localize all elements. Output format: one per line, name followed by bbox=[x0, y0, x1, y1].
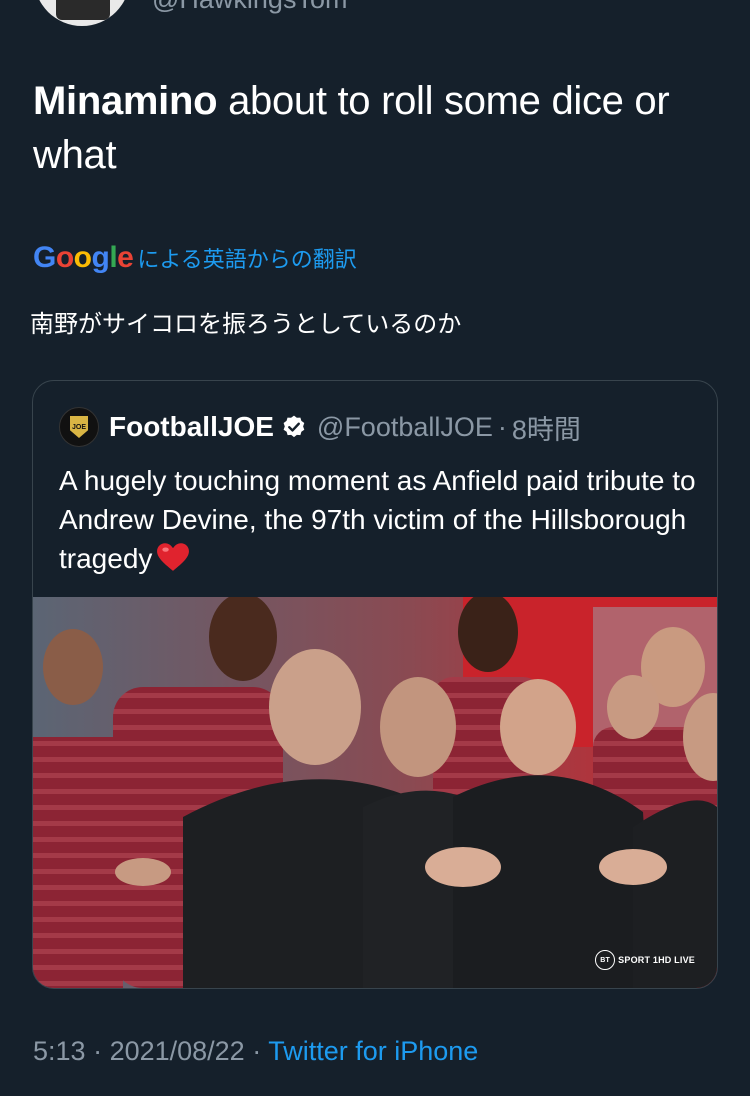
quoted-tweet-body: A hugely touching moment as Anfield paid… bbox=[59, 465, 696, 574]
google-logo: Google bbox=[33, 241, 134, 275]
quoted-author-avatar[interactable]: JOE bbox=[59, 407, 99, 447]
quoted-tweet-time[interactable]: 8時間 bbox=[512, 408, 581, 447]
quoted-author-name[interactable]: FootballJOE bbox=[109, 411, 274, 443]
author-handle[interactable]: @HawkingsTom bbox=[152, 0, 347, 15]
verified-badge-icon bbox=[283, 415, 305, 438]
google-logo-letter: e bbox=[117, 241, 134, 274]
separator-dot: · bbox=[497, 411, 507, 442]
bt-logo-icon: BT bbox=[595, 950, 616, 970]
google-logo-letter: o bbox=[55, 241, 74, 274]
translate-attribution[interactable]: Google による英語からの翻訳 bbox=[33, 238, 357, 278]
quoted-tweet-media[interactable]: BT SPORT 1HD LIVE bbox=[33, 597, 717, 988]
quoted-tweet-text: A hugely touching moment as Anfield paid… bbox=[59, 461, 699, 578]
media-photo bbox=[33, 597, 717, 988]
google-logo-letter: l bbox=[109, 241, 118, 274]
bt-badge-text: SPORT 1HD LIVE bbox=[618, 955, 695, 965]
author-row[interactable]: @HawkingsTom bbox=[0, 0, 750, 30]
translated-text: 南野がサイコロを振ろうとしているのか bbox=[30, 311, 462, 338]
tweet-meta: 5:13 · 2021/08/22 · Twitter for iPhone bbox=[33, 1036, 478, 1067]
avatar-photo bbox=[56, 0, 110, 20]
meta-separator: · bbox=[244, 1036, 269, 1066]
quoted-author-handle[interactable]: @FootballJOE bbox=[317, 412, 493, 443]
red-heart-icon bbox=[157, 543, 190, 571]
tweet-date[interactable]: 2021/08/22 bbox=[110, 1036, 245, 1066]
author-avatar[interactable] bbox=[34, 0, 130, 26]
quoted-tweet-card[interactable]: JOE FootballJOE @FootballJOE · 8時間 A hug… bbox=[32, 380, 718, 989]
meta-separator: · bbox=[85, 1036, 110, 1066]
tweet-time[interactable]: 5:13 bbox=[33, 1036, 86, 1066]
google-logo-letter: G bbox=[33, 241, 56, 274]
tweet-text: Minamino about to roll some dice or what bbox=[33, 74, 723, 182]
quoted-tweet-header: JOE FootballJOE @FootballJOE · 8時間 bbox=[59, 407, 581, 447]
translate-label[interactable]: による英語からの翻訳 bbox=[137, 242, 356, 274]
tweet-detail-page: @HawkingsTom Minamino about to roll some… bbox=[0, 0, 750, 1096]
tweet-source-link[interactable]: Twitter for iPhone bbox=[268, 1036, 478, 1066]
google-logo-letter: g bbox=[91, 241, 110, 274]
footballjoe-logo-icon: JOE bbox=[70, 416, 88, 438]
google-logo-letter: o bbox=[73, 241, 92, 274]
tweet-text-bold: Minamino bbox=[33, 79, 218, 123]
bt-sport-badge: BT SPORT 1HD LIVE bbox=[595, 950, 695, 970]
